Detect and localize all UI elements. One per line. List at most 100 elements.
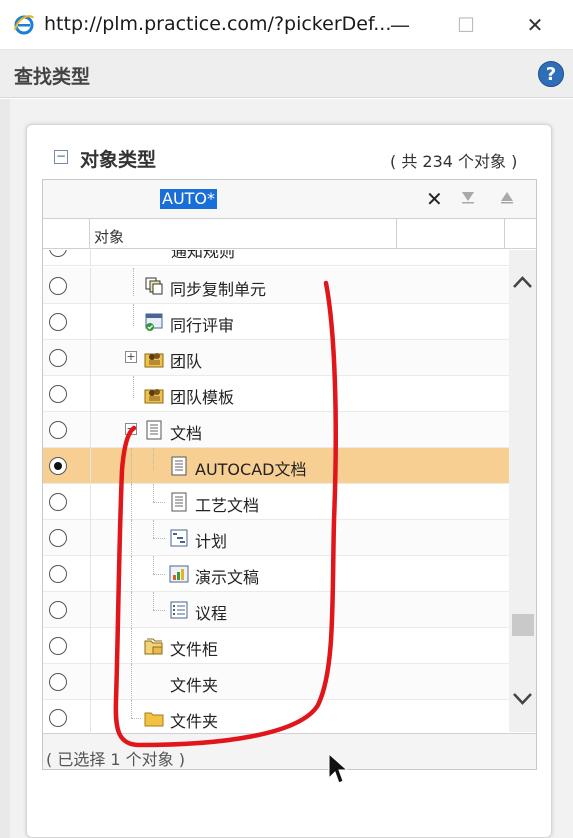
row-radio[interactable] (49, 277, 67, 295)
table-row[interactable]: 演示文稿 (43, 556, 509, 592)
help-icon[interactable]: ? (538, 61, 564, 87)
tree-line (153, 574, 165, 575)
column-header-object[interactable]: 对象 (94, 226, 124, 247)
scroll-down-icon[interactable] (509, 686, 536, 712)
tree-line (131, 592, 132, 628)
panel-title: 对象类型 (80, 149, 157, 171)
title-bar[interactable]: http://plm.practice.com/?pickerDef... — … (0, 0, 573, 50)
table-row[interactable]: 文件夹 (43, 664, 509, 700)
column-divider (396, 219, 397, 249)
row-radio[interactable] (49, 250, 67, 257)
page-title: 查找类型 (14, 66, 91, 88)
row-radio[interactable] (49, 493, 67, 511)
tree-line (131, 556, 132, 592)
row-divider (90, 664, 91, 700)
tree-line (133, 268, 134, 296)
minimize-button[interactable]: — (380, 10, 420, 40)
tree-line (131, 484, 132, 520)
column-divider (89, 219, 90, 249)
row-radio[interactable] (49, 709, 67, 727)
table-row[interactable]: 同行评审 (43, 304, 509, 340)
browser-popup-window: http://plm.practice.com/?pickerDef... — … (0, 0, 573, 838)
sort-ascending-icon[interactable] (500, 190, 514, 204)
row-divider (90, 448, 91, 484)
row-label: 团队模板 (170, 388, 235, 407)
tree-line (153, 484, 154, 502)
document-icon (146, 420, 162, 440)
tree-line (153, 556, 154, 574)
row-label: 文件柜 (170, 640, 219, 659)
sort-descending-icon[interactable] (461, 190, 475, 204)
row-radio[interactable] (49, 385, 67, 403)
row-divider (90, 304, 91, 340)
table-row[interactable]: 文件夹 (43, 700, 509, 732)
scrollbar-thumb[interactable] (512, 614, 534, 636)
row-divider (90, 520, 91, 556)
tree-line (133, 304, 134, 326)
plan-icon (170, 529, 188, 547)
folder-icon (144, 712, 164, 727)
vertical-scrollbar[interactable] (509, 250, 536, 732)
row-radio[interactable] (49, 565, 67, 583)
row-divider (90, 556, 91, 592)
table-row[interactable]: 计划 (43, 520, 509, 556)
tree-line (131, 664, 132, 700)
tree-line (153, 610, 165, 611)
peer-review-icon (145, 313, 163, 331)
maximize-icon: ☐ (457, 13, 475, 37)
panel-collapse-icon[interactable]: − (54, 150, 68, 164)
dialog-header: 查找类型 (0, 50, 573, 98)
row-divider (90, 628, 91, 664)
row-label: 议程 (195, 604, 228, 623)
clear-search-icon[interactable]: ✕ (426, 187, 443, 211)
row-divider (90, 340, 91, 376)
table-row[interactable]: + 团队 (43, 340, 509, 376)
column-divider (504, 219, 505, 249)
presentation-icon (169, 565, 189, 583)
selection-status: ( 已选择 1 个对象 ) (46, 750, 186, 769)
tree-line (133, 376, 134, 398)
table-row[interactable]: 通知规则 (43, 250, 509, 266)
minimize-icon: — (390, 13, 410, 37)
replication-unit-icon (145, 277, 163, 295)
table-row[interactable]: 团队模板 (43, 376, 509, 412)
row-divider (90, 484, 91, 520)
left-strip (0, 99, 10, 838)
row-label: 工艺文档 (195, 496, 260, 515)
row-label: 文件夹 (170, 712, 219, 731)
table-row[interactable]: 议程 (43, 592, 509, 628)
row-radio[interactable] (49, 313, 67, 331)
row-radio[interactable] (49, 673, 67, 691)
team-template-icon (144, 389, 164, 404)
table-row-selected[interactable]: AUTOCAD文档 (43, 448, 509, 484)
table-row[interactable]: 文件柜 (43, 628, 509, 664)
row-divider (90, 412, 91, 448)
row-radio[interactable] (49, 421, 67, 439)
collapse-icon[interactable]: − (125, 423, 137, 435)
row-divider (90, 376, 91, 412)
document-icon (171, 492, 187, 512)
row-radio[interactable] (49, 637, 67, 655)
close-icon: ✕ (526, 13, 544, 37)
row-radio[interactable] (49, 349, 67, 367)
row-radio-checked[interactable] (49, 457, 67, 475)
agenda-icon (170, 601, 188, 619)
search-value: AUTO* (160, 189, 218, 209)
cabinet-icon (144, 638, 163, 655)
row-radio[interactable] (49, 529, 67, 547)
object-count: ( 共 234 个对象 ) (390, 152, 518, 171)
expand-icon[interactable]: + (125, 351, 137, 363)
maximize-button[interactable]: ☐ (446, 10, 486, 40)
close-button[interactable]: ✕ (515, 10, 555, 40)
table-row[interactable]: 工艺文档 (43, 484, 509, 520)
table-row[interactable]: − 文档 (43, 412, 509, 448)
row-label: 同行评审 (170, 316, 235, 335)
row-label: 演示文稿 (195, 568, 260, 587)
scroll-up-icon[interactable] (509, 270, 536, 296)
row-label: 通知规则 (171, 250, 236, 261)
row-label: 文档 (170, 424, 203, 443)
table-row[interactable]: 同步复制单元 (43, 268, 509, 304)
row-divider (90, 592, 91, 628)
row-radio[interactable] (49, 601, 67, 619)
row-label: 同步复制单元 (170, 280, 267, 299)
